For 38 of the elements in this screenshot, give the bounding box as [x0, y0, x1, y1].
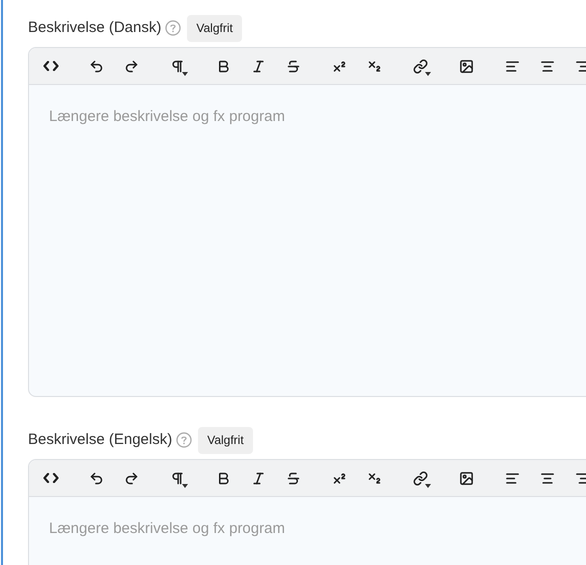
field-label: Beskrivelse (Engelsk)	[28, 430, 172, 450]
align-left-icon	[505, 58, 520, 74]
image-icon	[459, 58, 474, 74]
undo-icon	[89, 470, 104, 486]
superscript-icon	[332, 58, 347, 74]
align-right-icon	[575, 58, 586, 74]
undo-icon	[89, 58, 104, 74]
optional-badge: Valgfrit	[198, 426, 253, 454]
subscript-icon	[367, 470, 382, 486]
subscript-icon	[367, 58, 382, 74]
image-icon	[459, 470, 474, 486]
align-left-icon	[505, 470, 520, 486]
pilcrow-icon	[170, 470, 185, 486]
link-icon	[413, 470, 428, 486]
pilcrow-icon	[170, 58, 185, 74]
strikethrough-icon	[286, 58, 301, 74]
caret-icon	[182, 484, 188, 488]
bold-icon	[216, 470, 231, 486]
redo-icon	[124, 58, 139, 74]
superscript-icon	[332, 470, 347, 486]
editor-placeholder[interactable]: Længere beskrivelse og fx program	[49, 108, 285, 125]
caret-icon	[182, 72, 188, 76]
optional-badge: Valgfrit	[187, 14, 242, 42]
align-center-icon	[540, 58, 555, 74]
code-icon	[42, 61, 58, 71]
redo-icon	[124, 470, 139, 486]
field-label: Beskrivelse (Dansk)	[28, 18, 162, 38]
caret-icon	[425, 72, 431, 76]
align-right-icon	[575, 470, 586, 486]
italic-icon	[251, 58, 266, 74]
editor-placeholder[interactable]: Længere beskrivelse og fx program	[49, 520, 285, 537]
bold-icon	[216, 58, 231, 74]
link-icon	[413, 58, 428, 74]
align-center-icon	[540, 470, 555, 486]
caret-icon	[425, 484, 431, 488]
italic-icon	[251, 470, 266, 486]
code-icon	[42, 473, 58, 483]
strikethrough-icon	[286, 470, 301, 486]
